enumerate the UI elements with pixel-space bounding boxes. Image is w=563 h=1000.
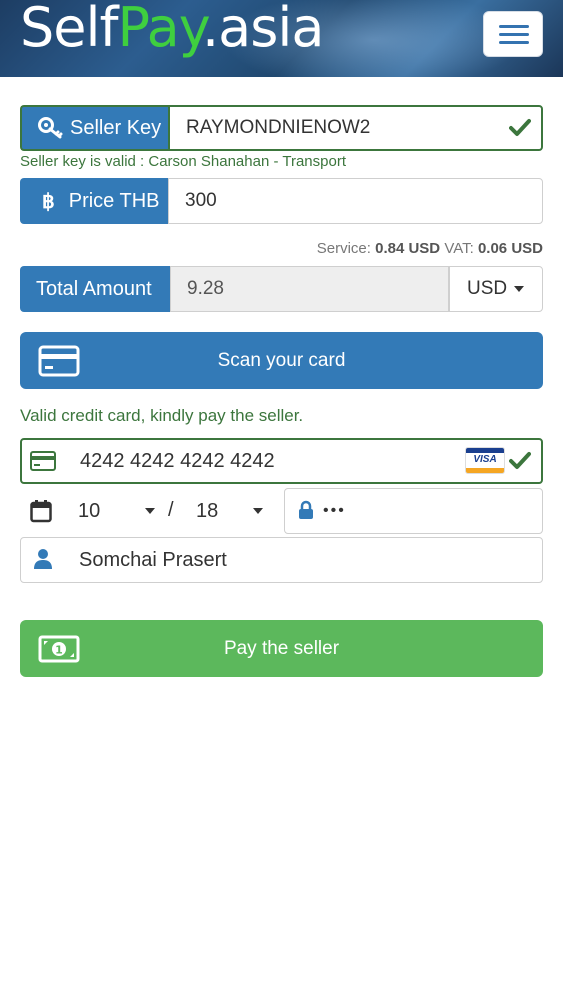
- hamburger-icon: [499, 25, 529, 28]
- calendar-icon: [30, 500, 52, 523]
- vat-label: VAT:: [444, 240, 474, 257]
- hamburger-icon-bar: [499, 33, 529, 36]
- seller-key-value: RAYMONDNIENOW2: [186, 117, 371, 138]
- check-icon: [509, 119, 531, 136]
- exp-month-select[interactable]: 10: [72, 488, 162, 534]
- exp-month-value: 10: [78, 499, 101, 522]
- seller-key-label: Seller Key: [70, 116, 162, 139]
- total-value: 9.28: [187, 278, 224, 299]
- card-number-value: 4242 4242 4242 4242: [80, 449, 275, 472]
- service-label: Service:: [316, 240, 371, 257]
- cvv-input[interactable]: •••: [284, 488, 543, 534]
- card-icon: [30, 451, 56, 471]
- hamburger-menu-button[interactable]: [483, 11, 543, 57]
- caret-down-icon: [253, 508, 263, 514]
- card-holder-input[interactable]: Somchai Prasert: [20, 537, 543, 583]
- lock-icon: [299, 500, 313, 519]
- exp-year-select[interactable]: 18: [190, 488, 280, 534]
- visa-icon: VISA: [465, 447, 505, 474]
- baht-icon: ฿: [42, 190, 55, 213]
- card-holder-group: Somchai Prasert: [20, 537, 543, 583]
- caret-down-icon: [145, 508, 155, 514]
- seller-key-input[interactable]: RAYMONDNIENOW2: [168, 105, 543, 151]
- cvv-value: •••: [323, 502, 346, 519]
- price-group: ฿ Price THB 300: [20, 178, 543, 224]
- exp-separator: /: [168, 499, 174, 521]
- money-icon: 1: [38, 635, 80, 662]
- key-icon: [38, 117, 63, 139]
- service-value: 0.84 USD: [375, 240, 441, 257]
- scan-card-label: Scan your card: [217, 349, 346, 371]
- app-header: SelfPay.asia: [0, 0, 563, 77]
- seller-key-group: Seller Key RAYMONDNIENOW2: [20, 105, 543, 151]
- card-number-group: 4242 4242 4242 4242 VISA: [20, 438, 543, 484]
- currency-dropdown[interactable]: USD: [448, 266, 543, 312]
- svg-text:1: 1: [55, 643, 63, 656]
- card-valid-message: Valid credit card, kindly pay the seller…: [20, 406, 304, 425]
- price-value: 300: [185, 190, 217, 211]
- scan-card-button[interactable]: Scan your card: [20, 332, 543, 389]
- total-amount-field: 9.28: [170, 266, 450, 312]
- currency-value: USD: [467, 278, 508, 299]
- visa-top-stripe: [466, 448, 504, 453]
- logo-text-asia: .asia: [202, 0, 324, 59]
- visa-brand-text: VISA: [473, 454, 497, 465]
- pay-seller-button[interactable]: 1 Pay the seller: [20, 620, 543, 677]
- logo-text-self: Self: [20, 0, 119, 59]
- card-holder-value: Somchai Prasert: [79, 548, 227, 571]
- price-addon: ฿ Price THB: [20, 178, 168, 224]
- total-group: Total Amount 9.28 USD: [20, 266, 543, 312]
- vat-value: 0.06 USD: [477, 240, 543, 257]
- visa-bottom-stripe: [466, 468, 504, 473]
- price-label: Price THB: [68, 189, 160, 212]
- seller-key-validation: Seller key is valid : Carson Shanahan - …: [20, 153, 346, 170]
- expiry-row: 10 / 18 •••: [20, 488, 543, 534]
- logo-text-pay: Pay: [117, 0, 203, 59]
- total-addon: Total Amount: [20, 266, 170, 312]
- credit-card-icon: [38, 345, 80, 376]
- caret-down-icon: [514, 286, 525, 292]
- fees-info: Service: 0.84 USD VAT: 0.06 USD: [317, 240, 543, 257]
- logo[interactable]: SelfPay.asia: [20, 0, 325, 59]
- card-check-icon: [509, 452, 531, 469]
- price-input[interactable]: 300: [168, 178, 543, 224]
- pay-seller-label: Pay the seller: [223, 637, 340, 659]
- seller-key-addon: Seller Key: [20, 105, 168, 151]
- total-label: Total Amount: [36, 277, 152, 300]
- exp-year-value: 18: [196, 499, 219, 522]
- hamburger-icon-bar: [499, 41, 529, 44]
- user-icon: [34, 549, 52, 569]
